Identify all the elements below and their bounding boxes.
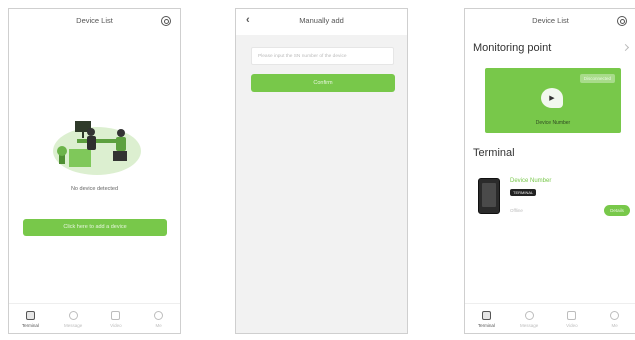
settings-icon[interactable] — [161, 16, 171, 26]
tab-label: Video — [566, 323, 578, 328]
tab-video[interactable]: Video — [551, 304, 594, 333]
monitoring-device-number: Device Number — [535, 120, 571, 126]
tab-label: Me — [611, 323, 618, 328]
monitoring-point-card[interactable]: Disconnected ▶ Device Number — [485, 68, 621, 133]
tab-label: Video — [110, 323, 122, 328]
tab-label: Terminal — [477, 323, 495, 328]
page-title: Device List — [532, 16, 569, 25]
chevron-right-icon[interactable] — [621, 43, 630, 52]
details-button[interactable]: Details — [604, 205, 630, 216]
tab-bar: Terminal Message Video Me — [9, 303, 180, 333]
empty-state-text: No device detected — [70, 186, 119, 192]
tab-label: Terminal — [21, 323, 39, 328]
status-badge: Disconnected — [579, 74, 615, 83]
page-title: Manually add — [299, 16, 344, 25]
video-icon — [567, 311, 577, 320]
message-icon — [524, 311, 534, 320]
sn-number-input[interactable]: Please input the SN number of the device — [251, 47, 394, 65]
user-icon — [610, 311, 620, 320]
message-icon — [68, 311, 78, 320]
header: Device List — [465, 9, 635, 35]
tab-message[interactable]: Message — [52, 304, 95, 333]
tab-label: Me — [155, 323, 162, 328]
header: ‹ Manually add — [236, 9, 407, 35]
tab-me[interactable]: Me — [137, 304, 180, 333]
terminal-title: Terminal — [473, 147, 515, 159]
monitoring-point-title: Monitoring point — [473, 42, 552, 54]
empty-state-illustration — [53, 121, 141, 175]
play-icon[interactable]: ▶ — [541, 88, 563, 108]
settings-icon[interactable] — [617, 16, 627, 26]
device-status: Offline — [510, 208, 523, 213]
tab-label: Message — [63, 323, 83, 328]
device-list-screen: Device List Monitoring point Disconnecte… — [464, 8, 635, 334]
add-device-button[interactable]: Click here to add a device — [23, 219, 167, 236]
user-icon — [154, 311, 164, 320]
tab-terminal[interactable]: Terminal — [465, 304, 508, 333]
terminal-icon — [25, 311, 35, 320]
tab-me[interactable]: Me — [593, 304, 635, 333]
terminal-device-image — [478, 178, 500, 214]
device-list-empty-screen: Device List No device detected Click her… — [8, 8, 181, 334]
confirm-button[interactable]: Confirm — [251, 74, 395, 92]
tab-label: Message — [519, 323, 539, 328]
video-icon — [111, 311, 121, 320]
page-title: Device List — [76, 16, 113, 25]
device-type-badge: TERMINAL — [510, 189, 537, 196]
header: Device List — [9, 9, 180, 35]
tab-terminal[interactable]: Terminal — [9, 304, 52, 333]
device-name[interactable]: Device Number — [510, 178, 551, 184]
tab-video[interactable]: Video — [95, 304, 138, 333]
terminal-icon — [481, 311, 491, 320]
tab-message[interactable]: Message — [508, 304, 551, 333]
manual-add-screen: ‹ Manually add Please input the SN numbe… — [235, 8, 408, 334]
tab-bar: Terminal Message Video Me — [465, 303, 635, 333]
